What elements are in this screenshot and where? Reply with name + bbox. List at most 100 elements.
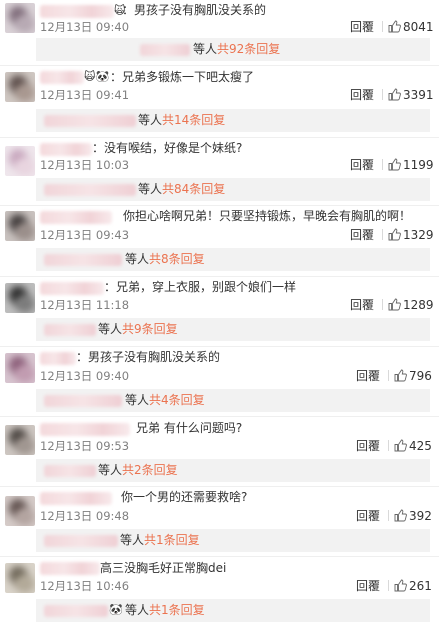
reply-button[interactable]: 回覆 [350, 228, 374, 242]
comment-text: ：男孩子没有胸肌没关系的 [76, 350, 221, 364]
sub-replier-blurred [44, 254, 122, 266]
sub-replier-blurred [44, 535, 118, 547]
separator [388, 510, 389, 521]
sub-replier-blurred [44, 605, 108, 617]
reply-button[interactable]: 回覆 [350, 298, 374, 312]
sub-replies-bar[interactable]: 等人共2条回复 [36, 459, 430, 482]
sub-replies-bar[interactable]: 等人共9条回复 [36, 318, 430, 341]
thumbs-up-icon [388, 88, 401, 101]
reply-button[interactable]: 回覆 [350, 158, 374, 172]
username-blurred[interactable] [40, 562, 100, 575]
avatar[interactable] [5, 72, 35, 102]
sub-reply-users: 等人 [125, 252, 150, 266]
username-blurred[interactable] [40, 143, 92, 156]
comment-text: ：没有喉结，好像是个妹纸? [92, 141, 243, 155]
divider [0, 276, 439, 277]
sub-replies-bar[interactable]: 等人共4条回复 [36, 389, 430, 412]
separator [382, 89, 383, 100]
reply-button[interactable]: 回覆 [356, 509, 380, 523]
sub-reply-total-link[interactable]: 共1条回复 [149, 603, 205, 617]
separator [382, 229, 383, 240]
avatar[interactable] [5, 563, 35, 593]
avatar[interactable] [5, 425, 35, 455]
sub-replies-bar[interactable]: 等人共1条回复 [36, 529, 430, 552]
sub-reply-total-link[interactable]: 共92条回复 [217, 42, 280, 56]
sub-replier-blurred [44, 395, 122, 407]
sub-replies-bar[interactable]: 🐼 等人共1条回复 [36, 599, 430, 622]
comment-text: ：兄弟多锻炼一下吧太瘦了 [110, 70, 255, 84]
comment-time: 12月13日 10:46 [40, 579, 130, 593]
reply-button[interactable]: 回覆 [356, 439, 380, 453]
comment-time: 12月13日 09:41 [40, 88, 130, 102]
like-button[interactable]: 392 [394, 509, 434, 523]
comment-time: 12月13日 11:18 [40, 298, 130, 312]
sub-replier-blurred [44, 324, 96, 336]
comment-time: 12月13日 09:43 [40, 228, 130, 242]
thumbs-up-icon [394, 509, 407, 522]
like-button[interactable]: 3391 [388, 88, 434, 102]
like-count: 1199 [403, 158, 434, 172]
comment-emoji: 🙀🐼 [84, 70, 110, 83]
like-button[interactable]: 1289 [388, 298, 434, 312]
sub-reply-users: 等人 [125, 603, 150, 617]
avatar[interactable] [5, 211, 35, 241]
avatar[interactable] [5, 496, 35, 526]
sub-reply-total-link[interactable]: 共14条回复 [162, 113, 225, 127]
like-button[interactable]: 8041 [388, 20, 434, 34]
sub-reply-users: 等人 [193, 42, 218, 56]
avatar[interactable] [5, 283, 35, 313]
reply-button[interactable]: 回覆 [350, 20, 374, 34]
avatar[interactable] [5, 146, 35, 176]
separator [388, 370, 389, 381]
like-button[interactable]: 796 [394, 369, 434, 383]
separator [382, 159, 383, 170]
divider [0, 346, 439, 347]
reply-button[interactable]: 回覆 [356, 579, 380, 593]
reply-button[interactable]: 回覆 [350, 88, 374, 102]
like-count: 796 [409, 369, 432, 383]
sub-reply-users: 等人 [120, 533, 145, 547]
sub-replies-bar[interactable]: 等人共14条回复 [36, 109, 430, 132]
like-button[interactable]: 261 [394, 579, 434, 593]
thumbs-up-icon [388, 20, 401, 33]
username-blurred[interactable] [40, 352, 76, 365]
like-button[interactable]: 425 [394, 439, 434, 453]
comment-time: 12月13日 09:53 [40, 439, 130, 453]
avatar[interactable] [5, 353, 35, 383]
username-blurred[interactable] [40, 71, 84, 84]
sub-reply-total-link[interactable]: 共84条回复 [162, 182, 225, 196]
divider [0, 556, 439, 557]
reply-button[interactable]: 回覆 [356, 369, 380, 383]
avatar[interactable] [5, 3, 35, 33]
sub-reply-emoji: 🐼 [109, 603, 123, 616]
separator [388, 440, 389, 451]
like-button[interactable]: 1329 [388, 228, 434, 242]
sub-replies-bar[interactable]: 等人共8条回复 [36, 248, 430, 271]
comment-text: 你一个男的还需要救啥? [121, 490, 248, 504]
sub-reply-total-link[interactable]: 共8条回复 [149, 252, 205, 266]
like-button[interactable]: 1199 [388, 158, 434, 172]
separator [382, 299, 383, 310]
sub-replier-blurred [44, 184, 136, 196]
username-blurred[interactable] [40, 282, 104, 295]
like-count: 392 [409, 509, 432, 523]
sub-reply-users: 等人 [138, 182, 163, 196]
like-count: 8041 [403, 20, 434, 34]
sub-reply-total-link[interactable]: 共4条回复 [149, 393, 205, 407]
like-count: 1289 [403, 298, 434, 312]
sub-reply-users: 等人 [138, 113, 163, 127]
like-count: 425 [409, 439, 432, 453]
sub-reply-total-link[interactable]: 共2条回复 [122, 463, 178, 477]
username-blurred[interactable] [40, 211, 112, 224]
sub-replies-bar[interactable]: 等人共84条回复 [36, 178, 430, 201]
thumbs-up-icon [394, 439, 407, 452]
sub-replies-bar[interactable]: 等人共92条回复 [36, 38, 430, 61]
username-blurred[interactable] [40, 492, 112, 505]
sub-reply-total-link[interactable]: 共9条回复 [122, 322, 178, 336]
thumbs-up-icon [394, 579, 407, 592]
username-blurred[interactable] [40, 5, 114, 18]
like-count: 3391 [403, 88, 434, 102]
sub-reply-total-link[interactable]: 共1条回复 [144, 533, 200, 547]
comment-time: 12月13日 09:48 [40, 509, 130, 523]
username-blurred[interactable] [40, 423, 130, 436]
